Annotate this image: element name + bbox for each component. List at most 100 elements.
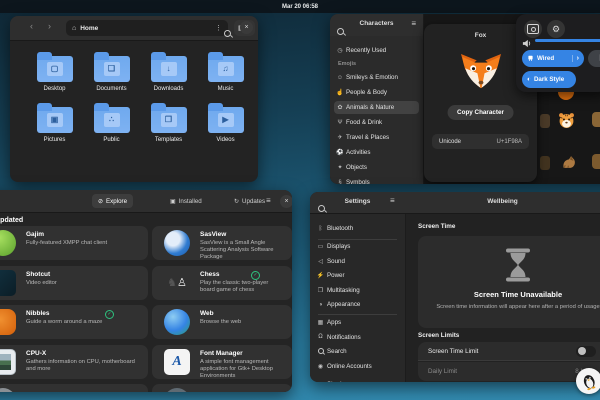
- music-emblem-icon: ♫: [218, 62, 234, 76]
- folder-icon: ❏: [94, 56, 130, 82]
- volume-slider[interactable]: [535, 39, 600, 42]
- sidebar-item-displays[interactable]: ▭ Displays: [314, 240, 401, 254]
- folder-templates[interactable]: ❐ Templates: [140, 107, 197, 143]
- app-card-partial-left[interactable]: [0, 384, 148, 392]
- app-card-sasview[interactable]: SasView SasView is a Small Angle Scatter…: [152, 226, 292, 260]
- sidebar-item-food[interactable]: Ψ Food & Drink: [334, 116, 419, 129]
- installed-badge: ✓: [105, 310, 114, 319]
- screen-time-limit-switch[interactable]: [576, 346, 596, 357]
- sidebar-item-animals[interactable]: ✿ Animals & Nature: [334, 101, 419, 114]
- pictures-emblem-icon: ▣: [47, 113, 63, 127]
- folder-downloads[interactable]: ↓ Downloads: [140, 56, 197, 92]
- sidebar-item-notifications[interactable]: Ω Notifications: [314, 331, 401, 345]
- screen-time-limit-row[interactable]: Screen Time Limit: [418, 342, 600, 361]
- wired-label: Wired: [537, 55, 572, 62]
- clock[interactable]: Mar 20 06:58: [282, 4, 318, 10]
- sidebar-item-activities[interactable]: ⚽ Activities: [334, 146, 419, 159]
- emoji-partial-right-1[interactable]: [592, 112, 600, 127]
- app-card-gajim[interactable]: Gajim Fully-featured XMPP chat client: [0, 226, 148, 260]
- sasview-icon: [164, 230, 190, 256]
- sidebar-item-multitasking[interactable]: ❐ Multitasking: [314, 284, 401, 298]
- tab-label: Installed: [179, 198, 202, 205]
- sidebar-item-smileys[interactable]: ☺ Smileys & Emotion: [334, 71, 419, 84]
- path-bar[interactable]: ⌂ Home ⋮: [66, 20, 228, 36]
- menu-icon[interactable]: ≡: [411, 19, 416, 28]
- screen-time-card: Screen Time Unavailable Screen time info…: [418, 236, 600, 328]
- dark-style-toggle[interactable]: ◐ Dark Style: [522, 71, 576, 88]
- sidebar-item-recently-used[interactable]: ◷ Recently Used: [334, 44, 419, 57]
- app-card-nibbles[interactable]: Nibbles Guide a worm around a maze ✓: [0, 305, 148, 339]
- tab-updates[interactable]: ↻ Updates: [228, 194, 271, 208]
- app-name: Nibbles: [26, 310, 49, 317]
- top-bar[interactable]: Mar 20 06:58: [0, 0, 600, 13]
- settings-button[interactable]: ⚙: [547, 20, 565, 38]
- dark-style-label: Dark Style: [534, 76, 564, 83]
- app-desc: Gathers information on CPU, motherboard …: [26, 359, 141, 373]
- emoji-horse[interactable]: [561, 154, 578, 171]
- forward-icon[interactable]: ›: [48, 21, 51, 31]
- sidebar-item-symbols[interactable]: § Symbols: [334, 176, 419, 184]
- sidebar-item-people[interactable]: ☝ People & Body: [334, 86, 419, 99]
- folder-icon: ❐: [151, 107, 187, 133]
- folder-icon: ▣: [37, 107, 73, 133]
- tab-explore[interactable]: ⊘ Explore: [92, 194, 133, 208]
- item-label: Recently Used: [346, 47, 386, 54]
- folder-videos[interactable]: ▶ Videos: [197, 107, 254, 143]
- tab-installed[interactable]: ▣ Installed: [164, 194, 208, 208]
- app-desc: Fully-featured XMPP chat client: [26, 240, 141, 247]
- copy-character-label: Copy Character: [457, 109, 504, 116]
- sidebar-item-search[interactable]: Search: [314, 345, 401, 359]
- sidebar-item-objects[interactable]: ✦ Objects: [334, 161, 419, 174]
- folder-label: Videos: [197, 137, 254, 143]
- menu-icon[interactable]: ≡: [266, 196, 271, 205]
- close-button[interactable]: ×: [240, 21, 253, 34]
- bluetooth-toggle[interactable]: ᛒ: [588, 50, 600, 67]
- speaker-icon: ◁: [314, 258, 327, 265]
- bluetooth-icon: ᛒ: [314, 226, 327, 232]
- sidebar-item-travel[interactable]: ✈ Travel & Places: [334, 131, 419, 144]
- app-name: Shotcut: [26, 271, 50, 278]
- chevron-right-icon[interactable]: ›: [572, 55, 579, 62]
- copy-character-button[interactable]: Copy Character: [447, 105, 514, 120]
- home-icon: ⌂: [72, 25, 76, 32]
- folder-documents[interactable]: ❏ Documents: [83, 56, 140, 92]
- path-menu-icon[interactable]: ⋮: [215, 24, 222, 32]
- folder-desktop[interactable]: ▢ Desktop: [26, 56, 83, 92]
- app-card-web[interactable]: Web Browse the web: [152, 305, 292, 339]
- emoji-grid-partial-left-2[interactable]: [540, 156, 550, 170]
- gajim-icon: [0, 230, 16, 256]
- app-card-partial-right[interactable]: [152, 384, 292, 392]
- symbols-icon: §: [334, 180, 346, 185]
- sidebar-item-power[interactable]: ⚡ Power: [314, 269, 401, 283]
- app-card-cpux[interactable]: CPU-X Gathers information on CPU, mother…: [0, 345, 148, 379]
- app-card-chess[interactable]: ♞♙ Chess Play the classic two-player boa…: [152, 266, 292, 300]
- emoji-grid-partial-left-1[interactable]: [540, 114, 550, 128]
- settings-sidebar: ⇅ Network ᛒ Bluetooth ▭ Displays ◁ Sound…: [310, 192, 406, 382]
- back-icon[interactable]: ‹: [30, 21, 33, 31]
- folder-public[interactable]: ∴ Public: [83, 107, 140, 143]
- sidebar-item-online-accounts[interactable]: ◉ Online Accounts: [314, 360, 401, 374]
- close-button[interactable]: ×: [280, 195, 292, 208]
- accounts-icon: ◉: [314, 363, 327, 370]
- emoji-tiger-face[interactable]: [558, 112, 575, 129]
- folder-pictures[interactable]: ▣ Pictures: [26, 107, 83, 143]
- app-card-font-manager[interactable]: A Font Manager A simple font management …: [152, 345, 292, 379]
- search-icon[interactable]: [224, 24, 231, 42]
- sidebar-item-apps[interactable]: ▦ Apps: [314, 316, 401, 330]
- section-title: Recently Updated: [0, 217, 23, 224]
- emoji-partial-right-2[interactable]: [592, 154, 600, 169]
- wired-toggle[interactable]: Wired ›: [522, 50, 584, 67]
- sidebar-item-appearance[interactable]: ◑ Appearance: [314, 298, 401, 312]
- item-label: Notifications: [327, 334, 361, 341]
- magnifier-glyph: [318, 205, 325, 212]
- sidebar-item-sharing[interactable]: ⇄ Sharing: [314, 378, 401, 382]
- sidebar-item-bluetooth[interactable]: ᛒ Bluetooth: [314, 222, 401, 236]
- item-label: Objects: [346, 164, 367, 171]
- app-name: Chess: [200, 271, 220, 278]
- food-icon: Ψ: [334, 120, 346, 126]
- software-headerbar: ⊘ Explore ▣ Installed ↻ Updates ≡ ×: [0, 190, 292, 213]
- folder-music[interactable]: ♫ Music: [197, 56, 254, 92]
- sidebar-item-sound[interactable]: ◁ Sound: [314, 255, 401, 269]
- menu-icon[interactable]: ≡: [390, 196, 395, 205]
- app-card-shotcut[interactable]: Shotcut Video editor: [0, 266, 148, 300]
